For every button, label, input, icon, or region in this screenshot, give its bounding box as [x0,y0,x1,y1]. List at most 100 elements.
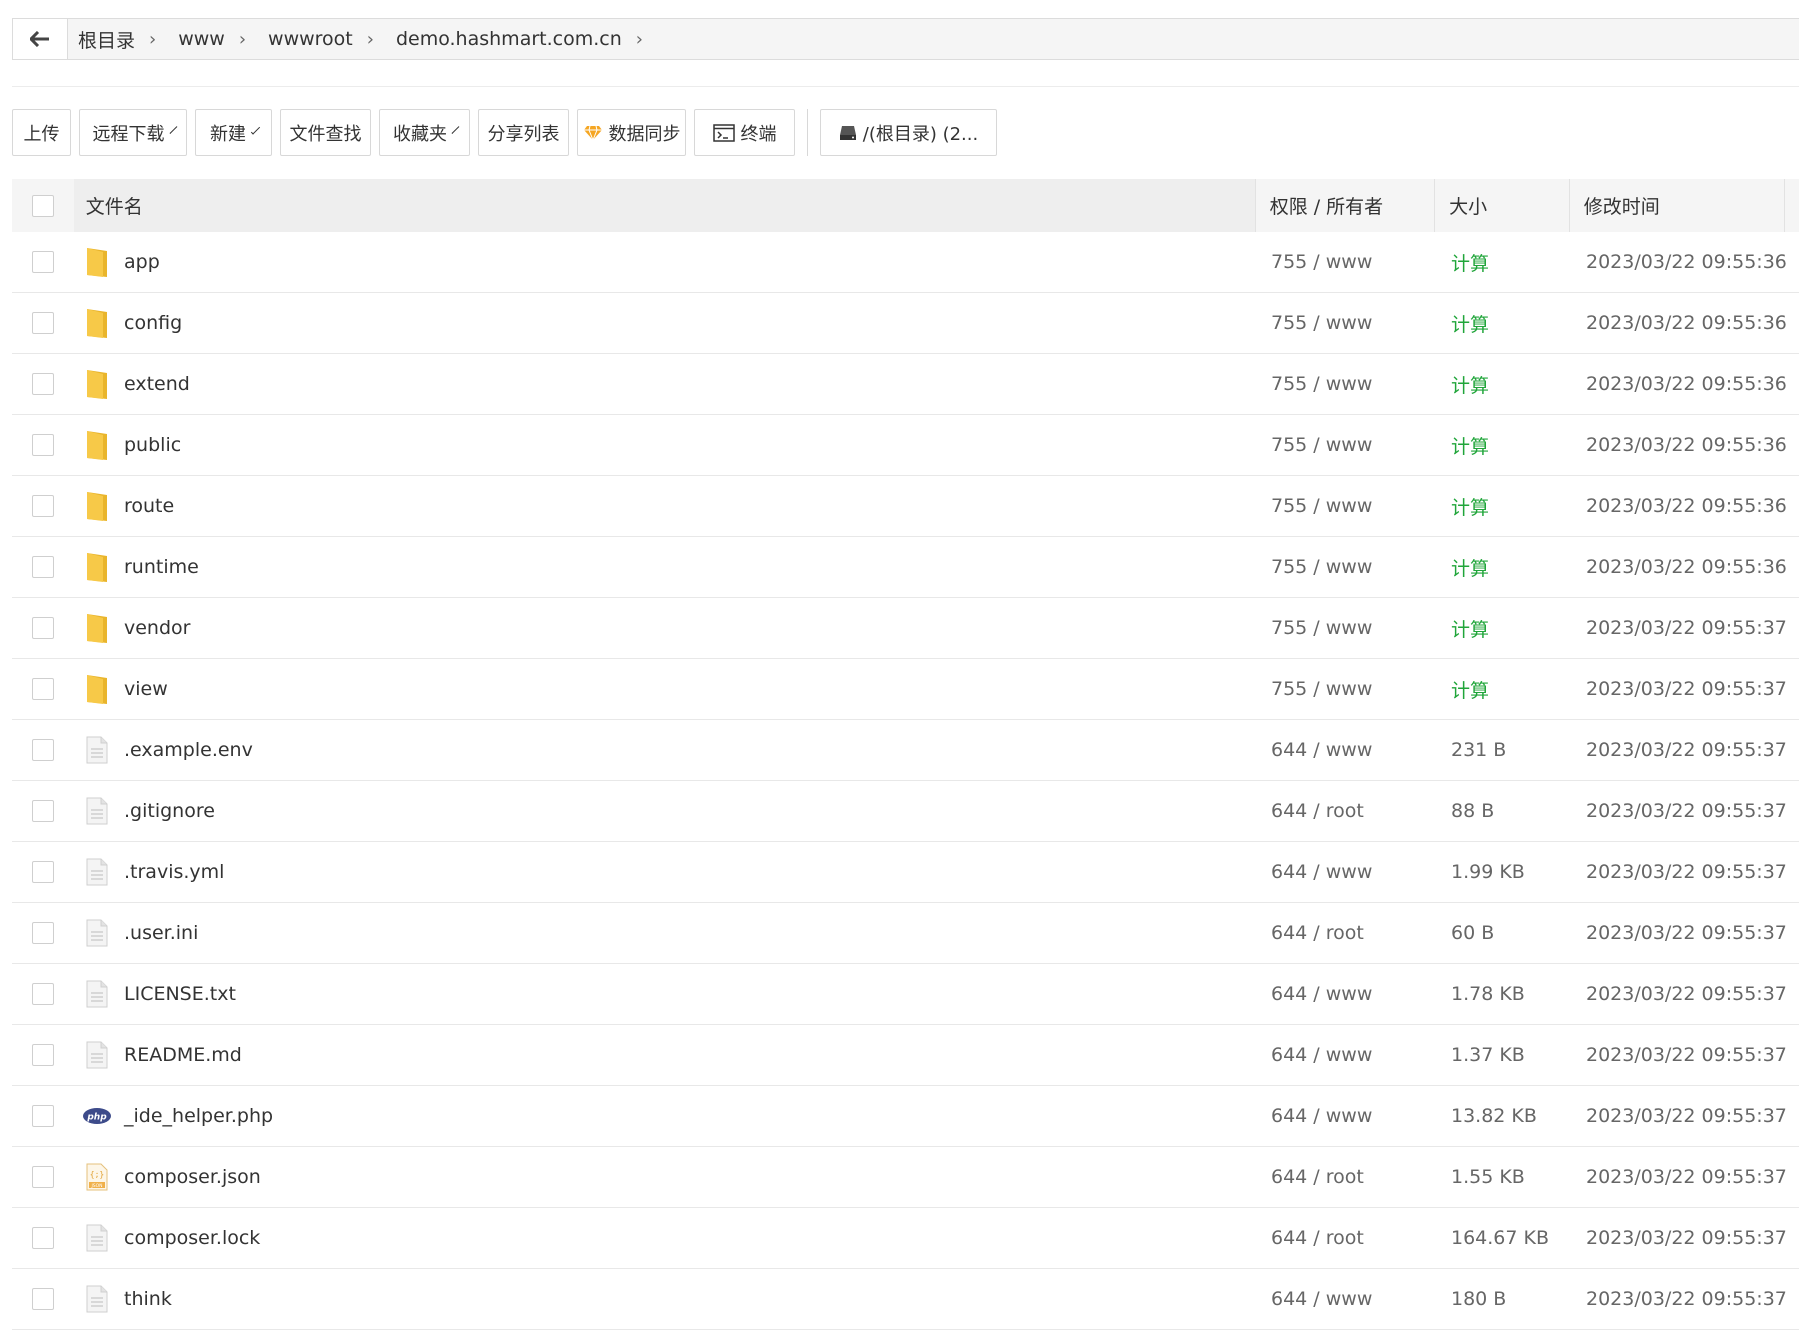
permission-owner[interactable]: 755 / www [1259,556,1439,578]
file-name[interactable]: _ide_helper.php [124,1105,273,1127]
file-name[interactable]: app [124,251,160,273]
file-name-cell[interactable]: route [74,488,1259,524]
file-name-cell[interactable]: {;} JSON composer.json [74,1159,1259,1195]
file-size[interactable]: 计算 [1439,249,1574,276]
header-time[interactable]: 修改时间 [1568,179,1784,232]
table-row[interactable]: composer.lock 644 / root 164.67 KB 2023/03/… [12,1208,1799,1269]
file-name-cell[interactable]: public [74,427,1259,463]
header-perm[interactable]: 权限 / 所有者 [1254,179,1434,232]
row-checkbox[interactable] [32,1166,54,1188]
file-name[interactable]: composer.lock [124,1227,260,1249]
upload-button[interactable]: 上传 [12,109,71,156]
file-name-cell[interactable]: LICENSE.txt [74,976,1259,1012]
table-row[interactable]: app 755 / www 计算 2023/03/22 09:55:36 [12,232,1799,293]
row-checkbox[interactable] [32,861,54,883]
file-name-cell[interactable]: runtime [74,549,1259,585]
table-row[interactable]: runtime 755 / www 计算 2023/03/22 09:55:36 [12,537,1799,598]
table-row[interactable]: .user.ini 644 / root 60 B 2023/03/22 09:55:… [12,903,1799,964]
permission-owner[interactable]: 755 / www [1259,373,1439,395]
file-name-cell[interactable]: README.md [74,1037,1259,1073]
file-name[interactable]: .gitignore [124,800,215,822]
table-row[interactable]: .gitignore 644 / root 88 B 2023/03/22 09:55… [12,781,1799,842]
row-checkbox[interactable] [32,983,54,1005]
select-all-checkbox[interactable] [31,194,54,217]
file-name[interactable]: .example.env [124,739,253,761]
permission-owner[interactable]: 644 / www [1259,1044,1439,1066]
file-name-cell[interactable]: .gitignore [74,793,1259,829]
table-row[interactable]: route 755 / www 计算 2023/03/22 09:55:36 [12,476,1799,537]
file-name-cell[interactable]: .user.ini [74,915,1259,951]
row-checkbox[interactable] [32,1105,54,1127]
permission-owner[interactable]: 644 / www [1259,739,1439,761]
file-name-cell[interactable]: think [74,1281,1259,1317]
row-checkbox[interactable] [32,739,54,761]
favorites-dropdown[interactable]: 收藏夹 [379,109,470,156]
table-row[interactable]: vendor 755 / www 计算 2023/03/22 09:55:37 [12,598,1799,659]
permission-owner[interactable]: 755 / www [1259,312,1439,334]
row-checkbox[interactable] [32,1288,54,1310]
file-name[interactable]: .travis.yml [124,861,224,883]
terminal-button[interactable]: 终端 [694,109,795,156]
file-name-cell[interactable]: php _ide_helper.php [74,1098,1259,1134]
table-row[interactable]: .example.env 644 / www 231 B 2023/03/22 09:… [12,720,1799,781]
row-checkbox[interactable] [32,434,54,456]
file-name-cell[interactable]: .travis.yml [74,854,1259,890]
file-name-cell[interactable]: view [74,671,1259,707]
header-size[interactable]: 大小 [1434,179,1569,232]
row-checkbox[interactable] [32,800,54,822]
permission-owner[interactable]: 755 / www [1259,678,1439,700]
permission-owner[interactable]: 644 / www [1259,983,1439,1005]
file-name[interactable]: LICENSE.txt [124,983,236,1005]
row-checkbox[interactable] [32,678,54,700]
file-name[interactable]: .user.ini [124,922,198,944]
file-name-cell[interactable]: vendor [74,610,1259,646]
table-row[interactable]: public 755 / www 计算 2023/03/22 09:55:36 [12,415,1799,476]
table-row[interactable]: view 755 / www 计算 2023/03/22 09:55:37 [12,659,1799,720]
share-list-button[interactable]: 分享列表 [478,109,569,156]
table-row[interactable]: extend 755 / www 计算 2023/03/22 09:55:36 [12,354,1799,415]
permission-owner[interactable]: 755 / www [1259,251,1439,273]
file-name[interactable]: config [124,312,182,334]
table-row[interactable]: LICENSE.txt 644 / www 1.78 KB 2023/03/22 09… [12,964,1799,1025]
row-checkbox[interactable] [32,495,54,517]
header-more[interactable]: 备 [1783,179,1799,232]
disk-button[interactable]: /(根目录) (2... [820,109,997,156]
permission-owner[interactable]: 644 / root [1259,800,1439,822]
permission-owner[interactable]: 644 / root [1259,1166,1439,1188]
file-name[interactable]: public [124,434,181,456]
row-checkbox[interactable] [32,922,54,944]
remote-download-dropdown[interactable]: 远程下载 [79,109,187,156]
row-checkbox[interactable] [32,1044,54,1066]
row-checkbox[interactable] [32,373,54,395]
row-checkbox[interactable] [32,251,54,273]
breadcrumb-item[interactable]: 根目录 › [68,26,168,53]
file-name[interactable]: vendor [124,617,190,639]
file-name[interactable]: view [124,678,168,700]
file-name-cell[interactable]: .example.env [74,732,1259,768]
file-name-cell[interactable]: extend [74,366,1259,402]
file-name-cell[interactable]: config [74,305,1259,341]
file-name[interactable]: README.md [124,1044,242,1066]
table-row[interactable]: config 755 / www 计算 2023/03/22 09:55:36 [12,293,1799,354]
breadcrumb-item[interactable]: www › [168,28,258,50]
file-name[interactable]: think [124,1288,172,1310]
file-name[interactable]: runtime [124,556,199,578]
data-sync-button[interactable]: 数据同步 [577,109,686,156]
row-checkbox[interactable] [32,617,54,639]
file-size[interactable]: 计算 [1439,676,1574,703]
row-checkbox[interactable] [32,312,54,334]
file-name[interactable]: composer.json [124,1166,261,1188]
permission-owner[interactable]: 755 / www [1259,495,1439,517]
breadcrumb-item[interactable]: demo.hashmart.com.cn › [386,28,655,50]
file-name-cell[interactable]: app [74,244,1259,280]
file-name[interactable]: route [124,495,174,517]
permission-owner[interactable]: 755 / www [1259,434,1439,456]
permission-owner[interactable]: 755 / www [1259,617,1439,639]
file-search-button[interactable]: 文件查找 [280,109,371,156]
file-size[interactable]: 计算 [1439,310,1574,337]
permission-owner[interactable]: 644 / www [1259,1288,1439,1310]
permission-owner[interactable]: 644 / www [1259,1105,1439,1127]
file-size[interactable]: 计算 [1439,615,1574,642]
file-name[interactable]: extend [124,373,190,395]
table-row[interactable]: README.md 644 / www 1.37 KB 2023/03/22 09:5… [12,1025,1799,1086]
